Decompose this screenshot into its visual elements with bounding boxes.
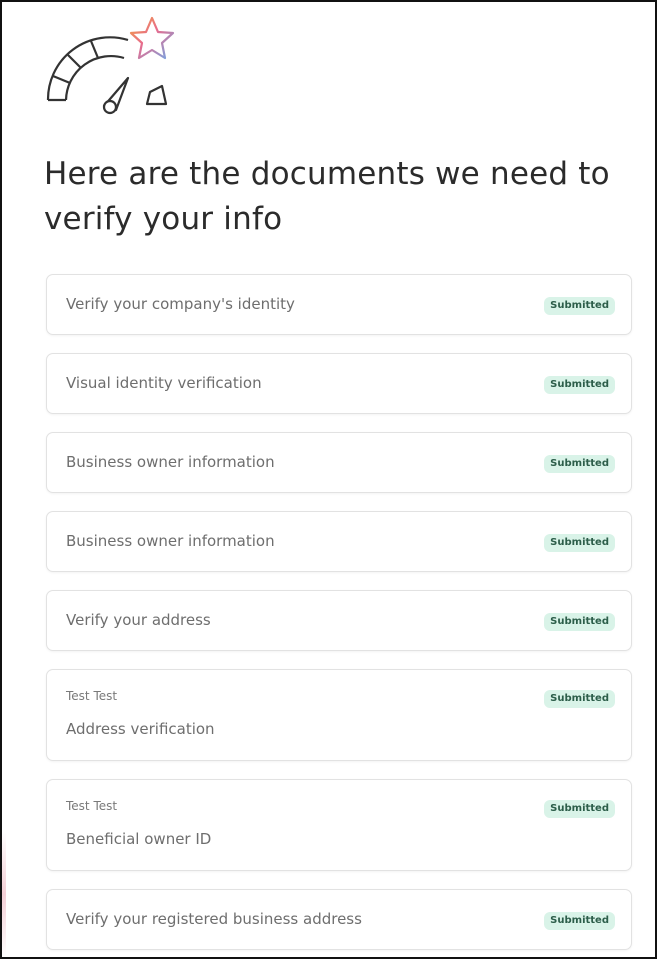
document-card-registered-business-address[interactable]: Verify your registered business address … (46, 889, 632, 950)
document-card-address[interactable]: Verify your address Submitted (46, 590, 632, 651)
status-badge: Submitted (544, 800, 615, 818)
document-owner: Test Test (66, 799, 118, 813)
document-title: Address verification (66, 720, 215, 738)
document-title: Business owner information (66, 453, 275, 471)
page-title: Here are the documents we need to verify… (44, 156, 610, 237)
document-card-business-owner-2[interactable]: Business owner information Submitted (46, 511, 632, 572)
status-badge: Submitted (544, 912, 615, 930)
status-badge: Submitted (544, 690, 615, 708)
document-title: Verify your address (66, 611, 211, 629)
document-title: Verify your registered business address (66, 910, 362, 928)
status-badge: Submitted (544, 455, 615, 473)
status-badge: Submitted (544, 613, 615, 631)
status-badge: Submitted (544, 297, 615, 315)
status-badge: Submitted (544, 376, 615, 394)
document-card-company-identity[interactable]: Verify your company's identity Submitted (46, 274, 632, 335)
status-badge: Submitted (544, 534, 615, 552)
document-card-beneficial-owner-id[interactable]: Test Test Beneficial owner ID Submitted (46, 779, 632, 871)
document-title: Visual identity verification (66, 374, 262, 392)
document-title: Beneficial owner ID (66, 830, 212, 848)
document-owner: Test Test (66, 689, 118, 703)
document-card-address-verification[interactable]: Test Test Address verification Submitted (46, 669, 632, 761)
verification-panel: Here are the documents we need to verify… (0, 0, 657, 959)
document-title: Business owner information (66, 532, 275, 550)
document-list: Verify your company's identity Submitted… (46, 274, 632, 957)
document-title: Verify your company's identity (66, 295, 295, 313)
speedometer-star-icon (46, 16, 175, 115)
document-card-business-owner-1[interactable]: Business owner information Submitted (46, 432, 632, 493)
decorative-edge (2, 832, 6, 957)
document-card-visual-identity[interactable]: Visual identity verification Submitted (46, 353, 632, 414)
